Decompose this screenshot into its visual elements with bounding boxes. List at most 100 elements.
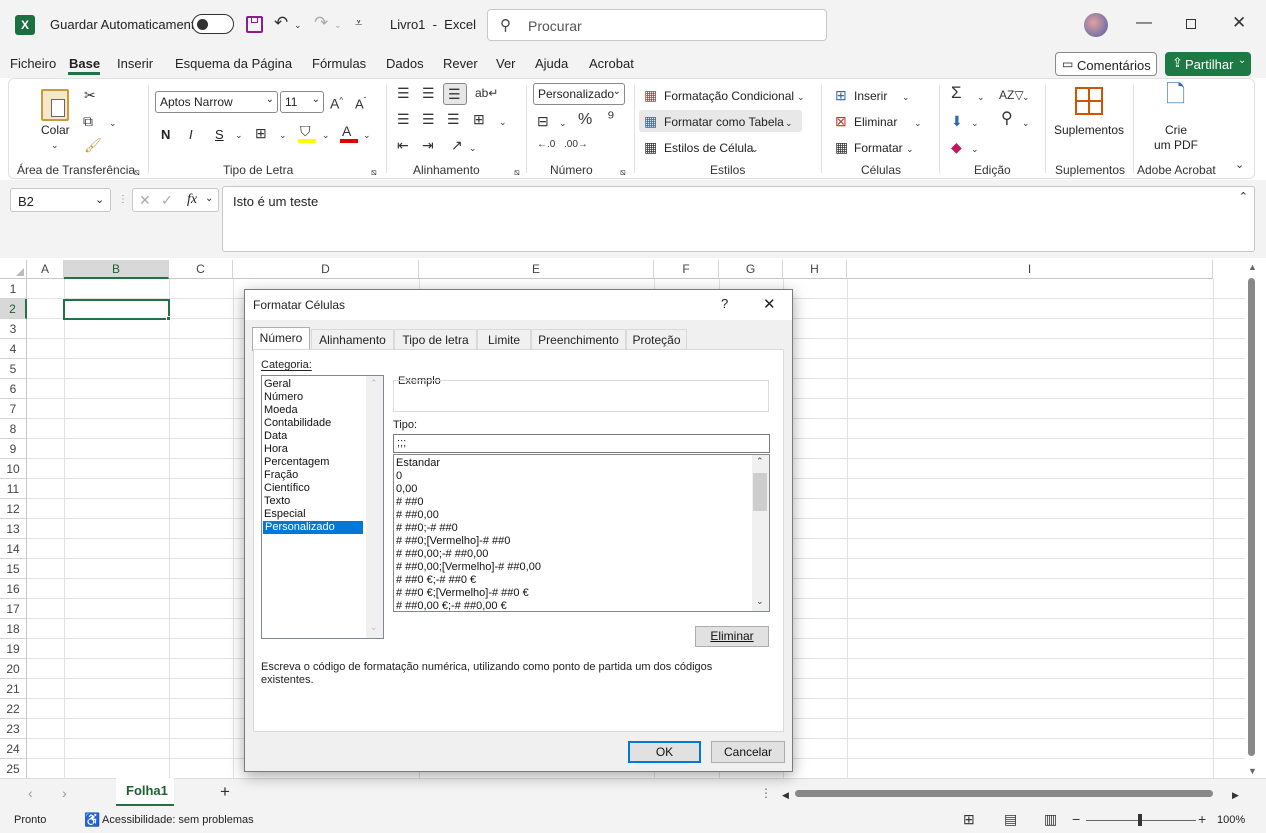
format-cells-button[interactable]: Formatar bbox=[854, 141, 903, 155]
collapse-ribbon-icon[interactable]: ⌄ bbox=[1235, 157, 1244, 173]
font-color-icon[interactable]: A bbox=[342, 123, 351, 139]
delete-format-button[interactable]: Eliminar bbox=[695, 626, 769, 647]
paste-icon[interactable] bbox=[41, 89, 69, 121]
cut-icon[interactable]: ✂ bbox=[84, 87, 96, 103]
tab-esquema[interactable]: Esquema da Página bbox=[175, 56, 292, 71]
align-right-icon[interactable]: ☰ bbox=[447, 111, 460, 127]
chevron-down-icon[interactable]: ⌄ bbox=[785, 115, 793, 131]
column-header-f[interactable]: F bbox=[654, 260, 719, 279]
format-code-item[interactable]: Estandar bbox=[396, 457, 440, 470]
more-options-icon[interactable]: ⋮ bbox=[118, 192, 128, 208]
chevron-down-icon[interactable]: ⌄ bbox=[797, 89, 805, 105]
decrease-decimal-icon[interactable]: .00→ bbox=[564, 137, 588, 153]
create-pdf-icon[interactable]: 🗋 bbox=[1166, 83, 1185, 107]
select-all-corner[interactable] bbox=[0, 260, 27, 279]
category-item[interactable]: Percentagem bbox=[264, 456, 329, 469]
undo-icon[interactable]: ↶ bbox=[274, 14, 288, 31]
category-item[interactable]: Personalizado bbox=[263, 521, 363, 534]
insert-cells-button[interactable]: Inserir bbox=[854, 89, 887, 103]
clear-dropdown-icon[interactable]: ⌄ bbox=[971, 141, 979, 157]
tab-acrobat[interactable]: Acrobat bbox=[589, 56, 634, 71]
zoom-level[interactable]: 100% bbox=[1217, 814, 1245, 826]
copy-icon[interactable]: ⧉ bbox=[83, 113, 93, 129]
comments-button[interactable]: ▭ Comentários bbox=[1055, 52, 1157, 76]
next-sheet-icon[interactable]: › bbox=[62, 785, 67, 801]
increase-font-icon[interactable]: A^ bbox=[330, 93, 343, 112]
category-item[interactable]: Científico bbox=[264, 482, 310, 495]
horizontal-scroll-thumb[interactable] bbox=[795, 790, 1213, 797]
column-header-b[interactable]: B bbox=[64, 260, 169, 279]
align-center-icon[interactable]: ☰ bbox=[422, 111, 435, 127]
customize-qat-icon[interactable]: ⩡ bbox=[355, 15, 362, 31]
row-header[interactable]: 11 bbox=[0, 479, 27, 499]
row-header[interactable]: 23 bbox=[0, 719, 27, 739]
column-header-c[interactable]: C bbox=[169, 260, 233, 279]
tab-rever[interactable]: Rever bbox=[443, 56, 478, 71]
row-header[interactable]: 20 bbox=[0, 659, 27, 679]
format-code-item[interactable]: # ##0;[Vermelho]-# ##0 bbox=[396, 535, 510, 548]
paste-dropdown-icon[interactable]: ⌄ bbox=[51, 137, 59, 153]
category-item[interactable]: Hora bbox=[264, 443, 288, 456]
chevron-down-icon[interactable]: ⌄ bbox=[914, 115, 922, 131]
column-header-a[interactable]: A bbox=[27, 260, 64, 279]
type-list-scrollbar[interactable]: ⌃ ⌄ bbox=[752, 455, 769, 611]
borders-dropdown-icon[interactable]: ⌄ bbox=[279, 127, 287, 143]
selected-cell-b2[interactable] bbox=[63, 299, 170, 320]
row-header[interactable]: 19 bbox=[0, 639, 27, 659]
italic-button[interactable]: I bbox=[189, 127, 193, 142]
cancel-button[interactable]: Cancelar bbox=[711, 741, 785, 763]
category-item[interactable]: Moeda bbox=[264, 404, 298, 417]
row-header[interactable]: 12 bbox=[0, 499, 27, 519]
prev-sheet-icon[interactable]: ‹ bbox=[28, 785, 33, 801]
save-icon[interactable] bbox=[246, 16, 263, 33]
align-top-icon[interactable]: ☰ bbox=[397, 85, 410, 101]
row-header[interactable]: 16 bbox=[0, 579, 27, 599]
scroll-up-icon[interactable]: ⌃ bbox=[756, 456, 764, 467]
tab-ficheiro[interactable]: Ficheiro bbox=[10, 56, 56, 71]
row-header[interactable]: 17 bbox=[0, 599, 27, 619]
font-name-select[interactable]: Aptos Narrow ⌄ bbox=[155, 91, 278, 113]
fill-icon[interactable]: ⬇ bbox=[951, 113, 963, 129]
merge-dropdown-icon[interactable]: ⌄ bbox=[499, 114, 507, 130]
avatar[interactable] bbox=[1084, 13, 1108, 37]
page-break-icon[interactable]: ▥ bbox=[1044, 811, 1057, 827]
sort-filter-icon[interactable]: AZ▽ bbox=[999, 87, 1024, 103]
dialog-launcher-icon[interactable]: ⧅ bbox=[620, 164, 626, 180]
sort-filter-dropdown-icon[interactable]: ⌄ bbox=[1022, 89, 1030, 105]
align-left-icon[interactable]: ☰ bbox=[397, 111, 410, 127]
name-box[interactable]: B2 ⌄ bbox=[10, 188, 111, 212]
row-header[interactable]: 10 bbox=[0, 459, 27, 479]
tab-preenchimento[interactable]: Preenchimento bbox=[531, 329, 626, 350]
chevron-down-icon[interactable]: ⌄ bbox=[906, 141, 914, 157]
percent-icon[interactable]: % bbox=[578, 112, 592, 128]
scroll-down-icon[interactable]: ▼ bbox=[1248, 766, 1257, 776]
row-header[interactable]: 25 bbox=[0, 759, 27, 779]
format-as-table-icon[interactable]: ▦ bbox=[644, 113, 657, 129]
dialog-launcher-icon[interactable]: ⧅ bbox=[371, 164, 377, 180]
copy-dropdown-icon[interactable]: ⌄ bbox=[109, 115, 117, 131]
tab-ver[interactable]: Ver bbox=[496, 56, 516, 71]
fill-handle[interactable] bbox=[166, 316, 171, 321]
row-header[interactable]: 15 bbox=[0, 559, 27, 579]
tab-numero[interactable]: Número bbox=[252, 327, 310, 351]
minimize-icon[interactable]: — bbox=[1136, 15, 1152, 31]
paste-label[interactable]: Colar bbox=[41, 123, 70, 137]
format-code-item[interactable]: # ##0,00 bbox=[396, 509, 439, 522]
format-code-item[interactable]: # ##0 €;[Vermelho]-# ##0 € bbox=[396, 587, 529, 600]
tab-protecao[interactable]: Proteção bbox=[626, 329, 687, 350]
format-code-item[interactable]: 0,00 bbox=[396, 483, 417, 496]
create-pdf-label-2[interactable]: um PDF bbox=[1154, 138, 1198, 152]
accounting-format-icon[interactable]: ⊟ bbox=[537, 113, 549, 129]
delete-cells-button[interactable]: Eliminar bbox=[854, 115, 897, 129]
format-cells-icon[interactable]: ▦ bbox=[835, 139, 848, 155]
comma-style-icon[interactable]: ⁹ bbox=[607, 108, 615, 126]
format-code-item[interactable]: 0 bbox=[396, 470, 402, 483]
row-header[interactable]: 18 bbox=[0, 619, 27, 639]
cell-styles-button[interactable]: Estilos de Célula bbox=[664, 141, 753, 155]
delete-cells-icon[interactable]: ⊠ bbox=[835, 113, 847, 129]
cancel-entry-icon[interactable]: ✕ bbox=[139, 192, 151, 209]
tab-ajuda[interactable]: Ajuda bbox=[535, 56, 568, 71]
redo-icon[interactable]: ↷ bbox=[314, 14, 328, 31]
font-color-dropdown-icon[interactable]: ⌄ bbox=[363, 127, 371, 143]
type-list[interactable]: Estandar 0 0,00 # ##0 # ##0,00 # ##0;-# ##0 # … bbox=[393, 454, 770, 612]
